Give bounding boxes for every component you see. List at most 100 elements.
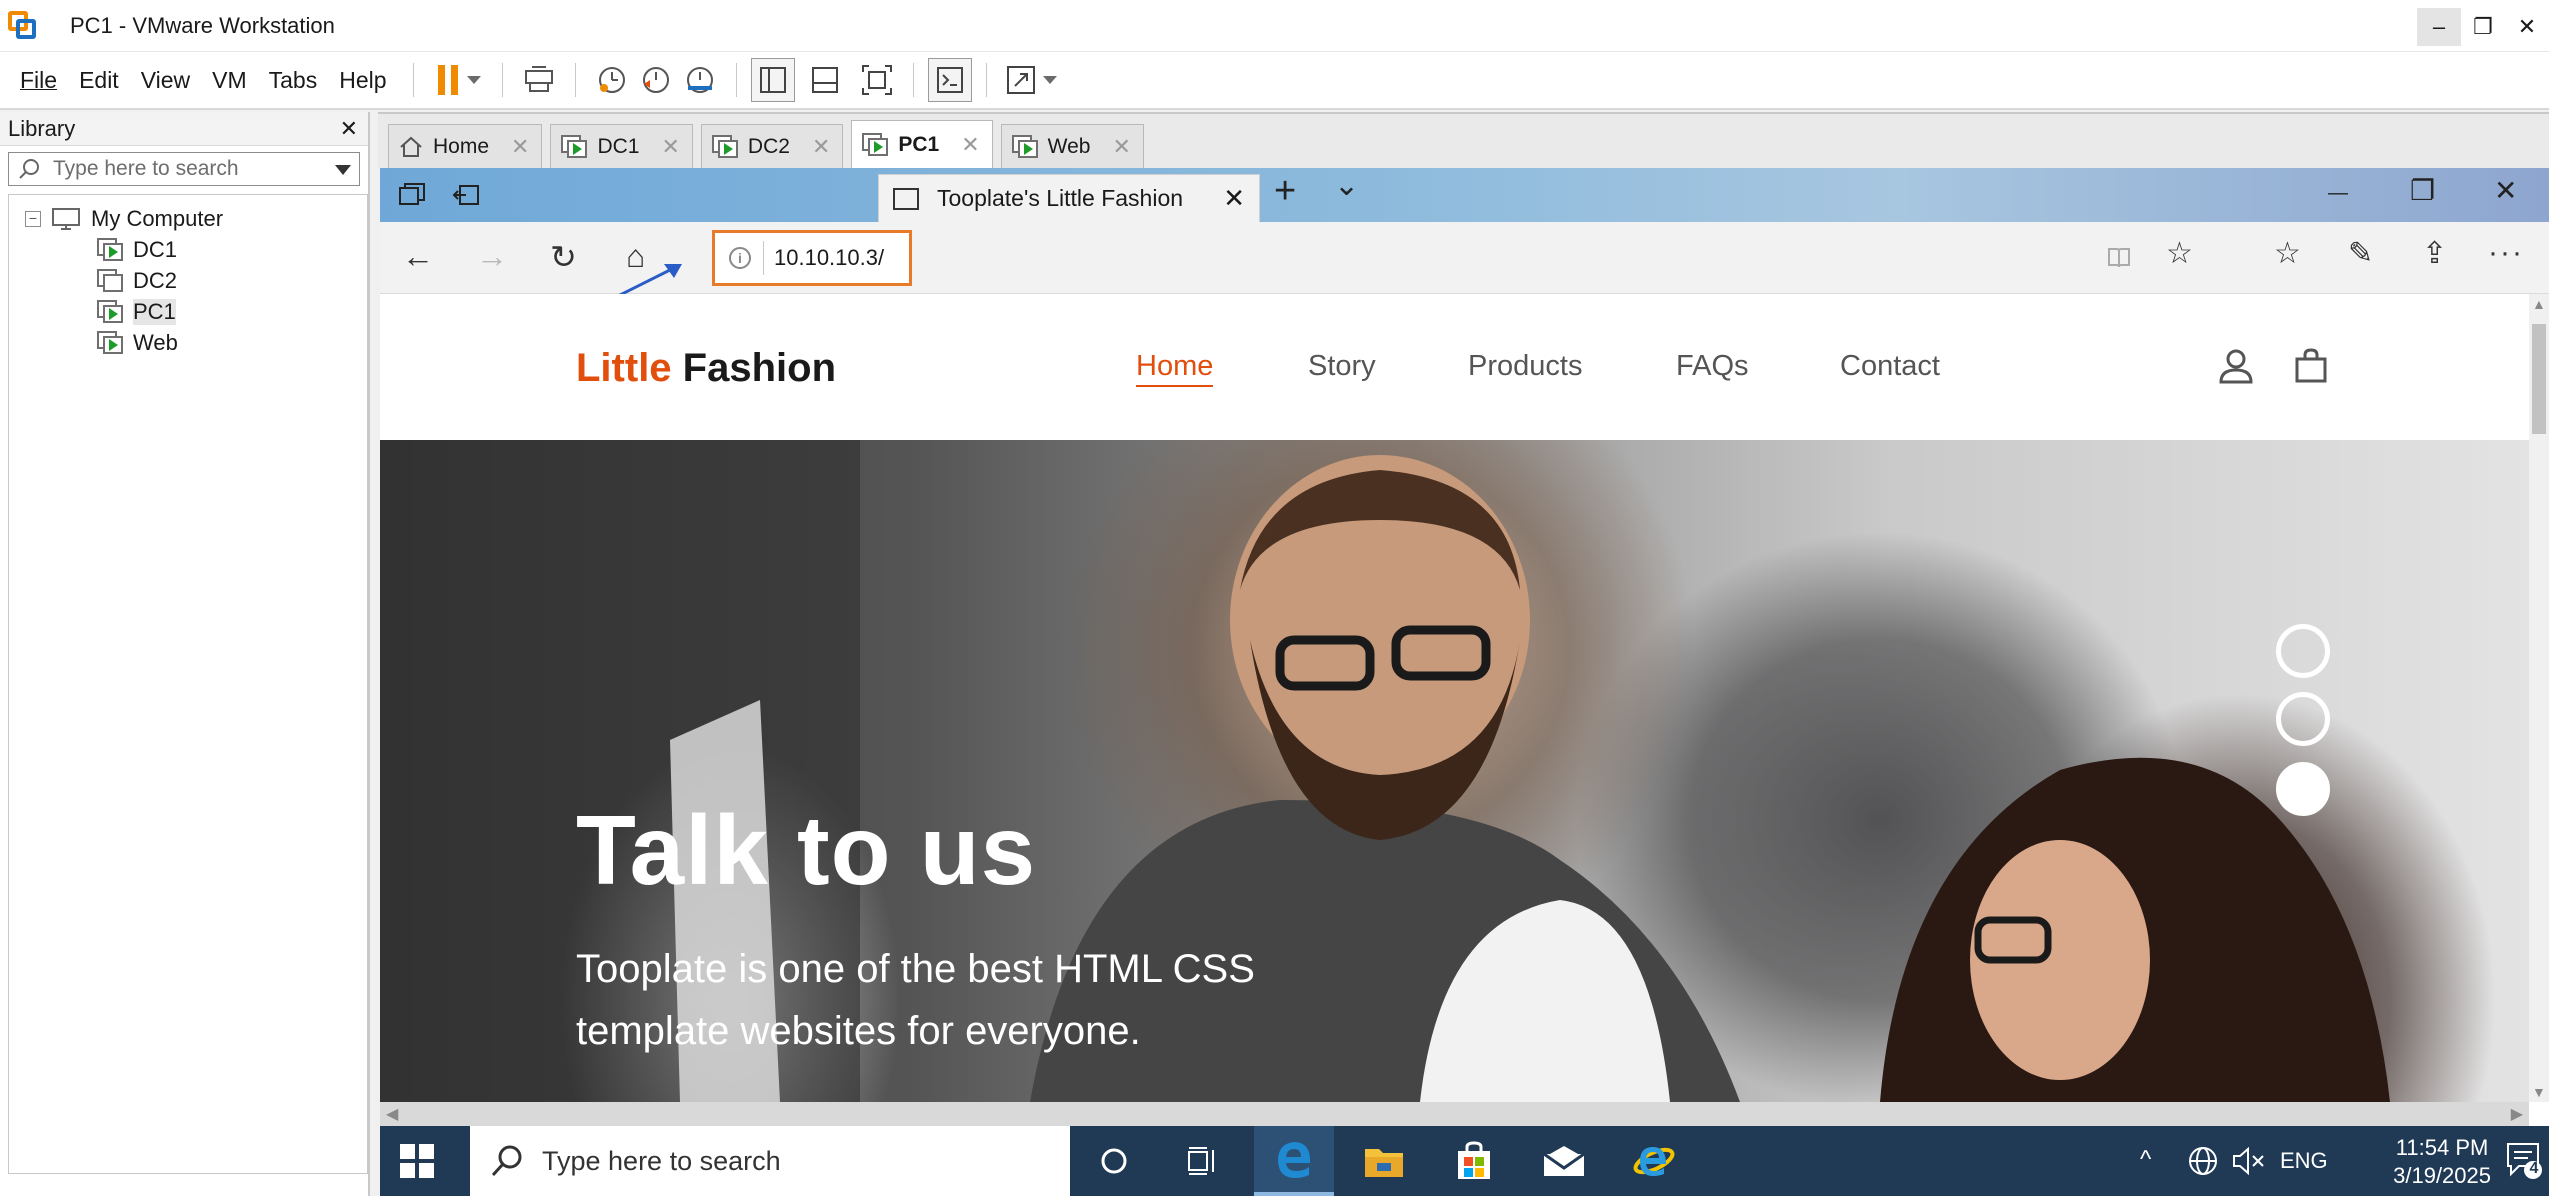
window-restore-button[interactable]: ❐ — [2461, 8, 2505, 46]
new-tab-button[interactable]: + — [1274, 170, 1296, 213]
menu-edit[interactable]: Edit — [79, 67, 119, 94]
tree-item-pc1[interactable]: PC1 — [97, 296, 367, 327]
window-close-button[interactable]: ✕ — [2505, 8, 2549, 46]
tree-item-web[interactable]: Web — [97, 327, 367, 358]
nav-products[interactable]: Products — [1468, 350, 1582, 383]
site-info-icon[interactable]: i — [729, 247, 751, 269]
menu-help[interactable]: Help — [339, 67, 386, 94]
window-minimize-button[interactable]: – — [2417, 8, 2461, 46]
browser-minimize-button[interactable]: — — [2328, 182, 2348, 205]
vm-running-icon — [561, 134, 588, 159]
volume-muted-icon[interactable] — [2232, 1146, 2266, 1176]
share-button[interactable]: ⇪ — [2422, 236, 2447, 271]
tree-item-dc2[interactable]: DC2 — [97, 265, 367, 296]
set-tabs-aside-icon[interactable] — [398, 182, 426, 208]
tree-item-my-computer[interactable]: − My Computer — [9, 203, 367, 234]
edge-icon — [1278, 1142, 1311, 1178]
more-button[interactable]: ··· — [2488, 236, 2524, 270]
send-ctrl-alt-del-button[interactable] — [517, 58, 561, 102]
input-language-button[interactable]: ENG — [2280, 1148, 2328, 1174]
browser-tab[interactable]: Tooplate's Little Fashion ✕ — [878, 174, 1260, 222]
scroll-thumb[interactable] — [2532, 324, 2546, 434]
back-button[interactable]: ← — [402, 238, 434, 275]
refresh-button[interactable]: ↻ — [550, 238, 577, 276]
guest-screen[interactable]: Tooplate's Little Fashion ✕ + ⌄ — ❐ ✕ ← … — [380, 168, 2549, 1196]
edge-taskbar-button[interactable] — [1254, 1126, 1334, 1196]
menu-vm[interactable]: VM — [212, 67, 247, 94]
stretch-guest-button[interactable] — [1001, 58, 1061, 102]
forward-button[interactable]: → — [476, 238, 508, 275]
library-close-button[interactable]: ✕ — [340, 116, 358, 142]
tab-list-button[interactable]: ⌄ — [1334, 168, 1359, 203]
carousel-dot[interactable] — [2276, 692, 2330, 746]
menu-view[interactable]: View — [141, 67, 190, 94]
reading-view-icon[interactable] — [2106, 245, 2132, 271]
user-icon[interactable] — [2218, 348, 2254, 384]
address-input[interactable]: i 10.10.10.3/ — [712, 230, 912, 286]
nav-home[interactable]: Home — [1136, 350, 1214, 387]
web-note-button[interactable]: ✎ — [2348, 236, 2373, 271]
pause-vm-button[interactable] — [428, 58, 488, 102]
console-view-button[interactable] — [927, 58, 972, 102]
computer-icon — [52, 207, 80, 230]
take-snapshot-button[interactable] — [590, 58, 634, 102]
scroll-left-arrow-icon[interactable]: ◀ — [386, 1104, 398, 1124]
mail-button[interactable] — [1524, 1126, 1604, 1196]
tab-close-button[interactable]: ✕ — [511, 134, 529, 160]
cortana-button[interactable] — [1074, 1126, 1154, 1196]
nav-faqs[interactable]: FAQs — [1676, 350, 1749, 383]
browser-restore-button[interactable]: ❐ — [2410, 174, 2435, 207]
action-center-button[interactable]: 4 — [2505, 1140, 2543, 1180]
tab-close-button[interactable]: ✕ — [961, 132, 979, 158]
snapshot-manager-button[interactable] — [678, 58, 722, 102]
tray-overflow-button[interactable]: ^ — [2140, 1146, 2151, 1174]
system-clock[interactable]: 11:54 PM 3/19/2025 — [2393, 1134, 2491, 1190]
internet-explorer-button[interactable] — [1614, 1126, 1694, 1196]
vm-running-icon — [97, 330, 123, 355]
vm-running-icon — [1011, 134, 1038, 159]
favorite-star-button[interactable]: ☆ — [2166, 236, 2193, 271]
scroll-down-arrow-icon[interactable]: ▼ — [2532, 1084, 2546, 1100]
chevron-down-icon[interactable] — [466, 76, 481, 84]
tab-dc2[interactable]: DC2 ✕ — [700, 124, 844, 168]
tab-close-button[interactable]: ✕ — [1112, 134, 1130, 160]
store-button[interactable] — [1434, 1126, 1514, 1196]
tab-close-button[interactable]: ✕ — [661, 134, 679, 160]
favorites-hub-button[interactable]: ☆ — [2274, 236, 2301, 271]
taskbar-search-input[interactable]: Type here to search — [470, 1126, 1070, 1196]
scroll-up-arrow-icon[interactable]: ▲ — [2532, 296, 2546, 312]
horizontal-scrollbar[interactable]: ◀ ▶ — [380, 1102, 2529, 1126]
browser-tab-close-button[interactable]: ✕ — [1223, 183, 1245, 214]
tree-item-dc1[interactable]: DC1 — [97, 234, 367, 265]
tab-pc1[interactable]: PC1 ✕ — [851, 120, 993, 168]
tab-dc1[interactable]: DC1 ✕ — [550, 124, 693, 168]
tab-web[interactable]: Web ✕ — [1000, 124, 1144, 168]
site-brand[interactable]: Little Fashion — [576, 346, 836, 391]
fullscreen-button[interactable] — [855, 58, 899, 102]
tab-home[interactable]: Home ✕ — [388, 124, 543, 168]
menu-tabs[interactable]: Tabs — [269, 67, 318, 94]
browser-close-button[interactable]: ✕ — [2494, 174, 2517, 207]
revert-snapshot-button[interactable] — [634, 58, 678, 102]
nav-story[interactable]: Story — [1308, 350, 1376, 383]
show-library-button[interactable] — [750, 58, 795, 102]
shopping-bag-icon[interactable] — [2294, 348, 2328, 384]
collapse-toggle[interactable]: − — [25, 210, 41, 227]
tab-close-button[interactable]: ✕ — [812, 134, 830, 160]
library-search-input[interactable]: Type here to search — [8, 152, 360, 186]
carousel-dot-active[interactable] — [2276, 762, 2330, 816]
carousel-dot[interactable] — [2276, 624, 2330, 678]
network-icon[interactable] — [2186, 1144, 2220, 1178]
nav-contact[interactable]: Contact — [1840, 350, 1940, 383]
tabs-aside-icon[interactable] — [452, 182, 480, 208]
scroll-right-arrow-icon[interactable]: ▶ — [2511, 1104, 2523, 1124]
file-explorer-button[interactable] — [1344, 1126, 1424, 1196]
show-thumbnail-bar-button[interactable] — [803, 58, 847, 102]
windows-start-icon[interactable] — [400, 1144, 434, 1178]
task-view-button[interactable] — [1164, 1126, 1244, 1196]
vertical-scrollbar[interactable]: ▲ ▼ — [2529, 294, 2549, 1102]
task-view-icon — [1188, 1147, 1214, 1175]
chevron-down-icon[interactable] — [1042, 76, 1057, 84]
chevron-down-icon[interactable] — [335, 165, 351, 175]
menu-file[interactable]: File — [20, 67, 57, 94]
